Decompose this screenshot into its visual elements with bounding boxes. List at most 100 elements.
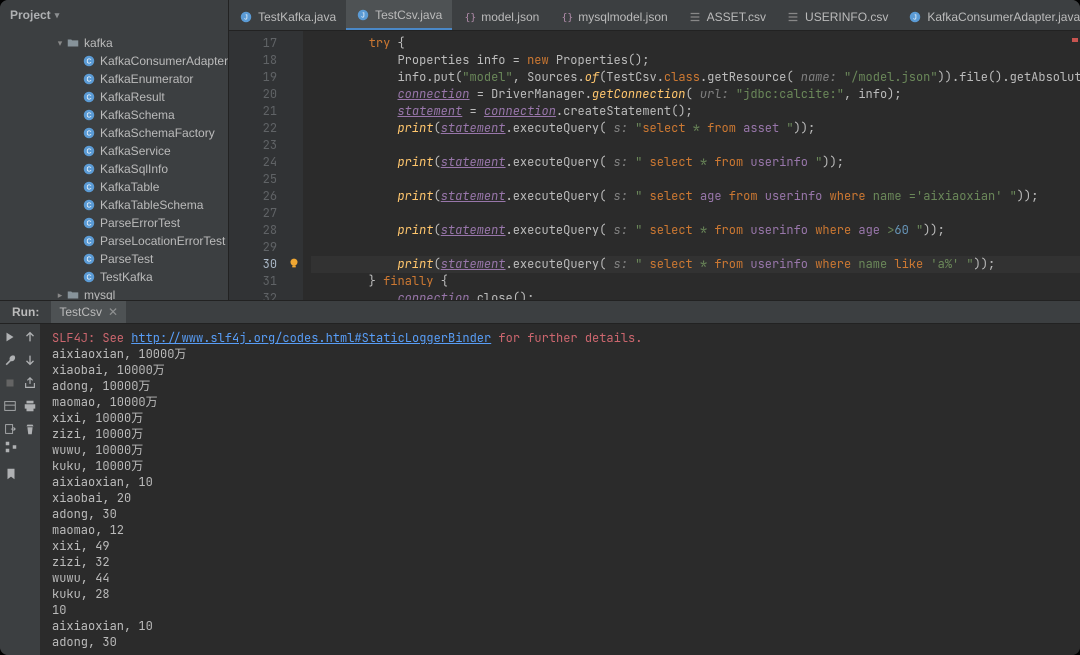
- svg-text:C: C: [86, 131, 91, 138]
- tree-label: KafkaEnumerator: [100, 72, 193, 86]
- code-line[interactable]: print(statement.executeQuery( s: " selec…: [311, 188, 1080, 205]
- chevron-down-icon: ▾: [55, 10, 60, 21]
- code-line[interactable]: [311, 205, 1080, 222]
- svg-text:C: C: [86, 239, 91, 246]
- line-number[interactable]: 24: [229, 154, 277, 171]
- tree-item-KafkaService[interactable]: CKafkaService: [0, 142, 228, 160]
- line-number[interactable]: 18: [229, 52, 277, 69]
- editor-tab-bar[interactable]: JTestKafka.javaJTestCsv.java{}model.json…: [229, 0, 1080, 31]
- run-toolbar[interactable]: [0, 324, 40, 655]
- tree-item-KafkaResult[interactable]: CKafkaResult: [0, 88, 228, 106]
- line-number[interactable]: 26: [229, 188, 277, 205]
- console-output[interactable]: SLF4J: See http://www.slf4j.org/codes.ht…: [40, 324, 1080, 655]
- line-number[interactable]: 22: [229, 120, 277, 137]
- intention-bulb-icon[interactable]: [287, 256, 301, 270]
- export-icon[interactable]: [23, 376, 37, 393]
- tree-folder-kafka[interactable]: ▾ kafka: [0, 34, 228, 52]
- tree-label: ParseTest: [100, 252, 153, 266]
- code-line[interactable]: connection = DriverManager.getConnection…: [311, 86, 1080, 103]
- code-line[interactable]: [311, 239, 1080, 256]
- code-line[interactable]: print(statement.executeQuery( s: " selec…: [311, 256, 1080, 273]
- code-line[interactable]: print(statement.executeQuery( s: " selec…: [311, 222, 1080, 239]
- tree-label: TestKafka: [100, 270, 153, 284]
- code-line[interactable]: connection.close();: [311, 290, 1080, 300]
- tree-item-KafkaTable[interactable]: CKafkaTable: [0, 178, 228, 196]
- code-line[interactable]: try {: [311, 35, 1080, 52]
- line-number[interactable]: 20: [229, 86, 277, 103]
- wrench-icon[interactable]: [3, 353, 17, 370]
- code-line[interactable]: } finally {: [311, 273, 1080, 290]
- line-number[interactable]: 29: [229, 239, 277, 256]
- code-line[interactable]: [311, 171, 1080, 188]
- tree-item-ParseTest[interactable]: C ParseTest: [0, 250, 228, 268]
- project-tree[interactable]: ▾kafkaCKafkaConsumerAdapterCKafkaEnumera…: [0, 30, 228, 300]
- tree-item-KafkaConsumerAdapter[interactable]: CKafkaConsumerAdapter: [0, 52, 228, 70]
- print-icon[interactable]: [23, 399, 37, 416]
- tree-folder-mysql[interactable]: ▸mysql: [0, 286, 228, 300]
- editor-tab-TestCsv.java[interactable]: JTestCsv.java: [346, 0, 452, 30]
- left-stripe-buttons[interactable]: [0, 440, 22, 484]
- close-icon[interactable]: ✕: [108, 305, 118, 319]
- up-icon[interactable]: [23, 330, 37, 347]
- class-icon: C: [82, 252, 96, 266]
- line-number[interactable]: 25: [229, 171, 277, 188]
- line-number[interactable]: 27: [229, 205, 277, 222]
- editor-tab-ASSET.csv[interactable]: ASSET.csv: [678, 2, 776, 30]
- editor-tab-USERINFO.csv[interactable]: USERINFO.csv: [776, 2, 898, 30]
- line-number[interactable]: 31: [229, 273, 277, 290]
- folder-icon: [66, 36, 80, 50]
- tree-item-ParseLocationErrorTest[interactable]: CParseLocationErrorTest: [0, 232, 228, 250]
- code-line[interactable]: print(statement.executeQuery( s: "select…: [311, 120, 1080, 137]
- tree-item-KafkaSqlInfo[interactable]: CKafkaSqlInfo: [0, 160, 228, 178]
- editor-body[interactable]: 1718192021222324252627282930313233 try {…: [229, 31, 1080, 300]
- line-number[interactable]: 28: [229, 222, 277, 239]
- editor-tab-mysqlmodel.json[interactable]: {}mysqlmodel.json: [549, 2, 677, 30]
- console-link[interactable]: http://www.slf4j.org/codes.html#StaticLo…: [131, 330, 491, 346]
- code-line[interactable]: print(statement.executeQuery( s: " selec…: [311, 154, 1080, 171]
- editor-gutter[interactable]: 1718192021222324252627282930313233: [229, 31, 285, 300]
- run-tab-label: TestCsv: [59, 305, 102, 319]
- tree-item-KafkaSchemaFactory[interactable]: CKafkaSchemaFactory: [0, 124, 228, 142]
- chevron-down-icon[interactable]: ▾: [54, 38, 66, 49]
- class-icon: C: [82, 180, 96, 194]
- down-icon[interactable]: [23, 353, 37, 370]
- svg-text:J: J: [914, 15, 918, 22]
- editor-tab-KafkaConsumerAdapter.java[interactable]: JKafkaConsumerAdapter.java: [898, 2, 1080, 30]
- editor-glyph-margin[interactable]: [285, 31, 303, 300]
- line-number[interactable]: 21: [229, 103, 277, 120]
- run-tool-window[interactable]: Run: TestCsv ✕: [0, 300, 1080, 655]
- structure-icon[interactable]: [4, 440, 18, 457]
- line-number[interactable]: 23: [229, 137, 277, 154]
- stop-icon[interactable]: [3, 376, 17, 393]
- tree-item-ParseErrorTest[interactable]: CParseErrorTest: [0, 214, 228, 232]
- bookmarks-icon[interactable]: [4, 467, 18, 484]
- line-number[interactable]: 32: [229, 290, 277, 300]
- editor-tab-model.json[interactable]: {}model.json: [452, 2, 549, 30]
- run-tab-testcsv[interactable]: TestCsv ✕: [51, 301, 126, 323]
- editor-code[interactable]: try { Properties info = new Properties()…: [303, 31, 1080, 300]
- line-number[interactable]: 19: [229, 69, 277, 86]
- chevron-right-icon[interactable]: ▸: [54, 290, 66, 301]
- layout-icon[interactable]: [3, 399, 17, 416]
- tab-label: TestKafka.java: [258, 10, 336, 24]
- class-icon: C: [82, 234, 96, 248]
- tree-item-KafkaSchema[interactable]: CKafkaSchema: [0, 106, 228, 124]
- project-header[interactable]: Project ▾: [0, 0, 228, 30]
- code-line[interactable]: [311, 137, 1080, 154]
- line-number[interactable]: 17: [229, 35, 277, 52]
- tree-label: kafka: [84, 36, 113, 50]
- project-tool-window[interactable]: Project ▾ ▾kafkaCKafkaConsumerAdapterCKa…: [0, 0, 229, 300]
- tree-item-TestKafka[interactable]: CTestKafka: [0, 268, 228, 286]
- code-line[interactable]: info.put("model", Sources.of(TestCsv.cla…: [311, 69, 1080, 86]
- line-number[interactable]: 30: [229, 256, 277, 273]
- editor-tab-TestKafka.java[interactable]: JTestKafka.java: [229, 2, 346, 30]
- error-stripe-marker[interactable]: [1072, 38, 1078, 42]
- rerun-icon[interactable]: [3, 330, 17, 347]
- trash-icon[interactable]: [23, 422, 37, 439]
- tree-item-KafkaEnumerator[interactable]: CKafkaEnumerator: [0, 70, 228, 88]
- exit-icon[interactable]: [3, 422, 17, 439]
- code-line[interactable]: Properties info = new Properties();: [311, 52, 1080, 69]
- tree-item-KafkaTableSchema[interactable]: CKafkaTableSchema: [0, 196, 228, 214]
- code-line[interactable]: statement = connection.createStatement()…: [311, 103, 1080, 120]
- run-tab-bar[interactable]: Run: TestCsv ✕: [0, 301, 1080, 324]
